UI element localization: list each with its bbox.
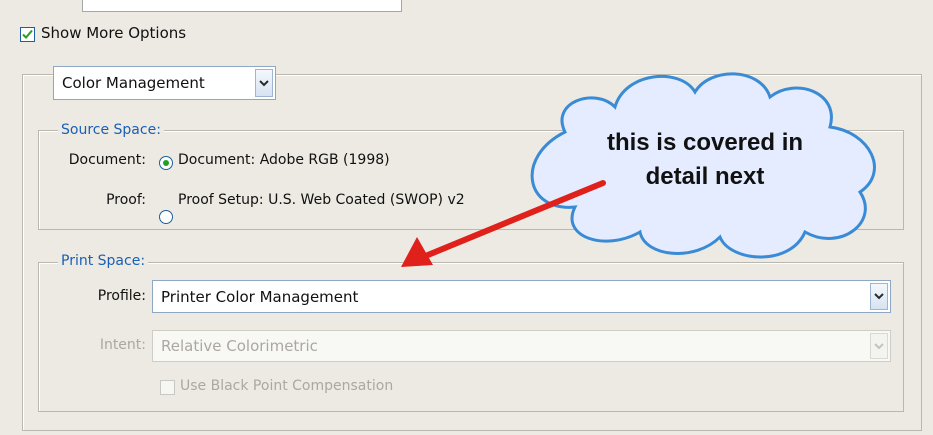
intent-select-value: Relative Colorimetric [161,337,318,355]
section-select-value: Color Management [62,74,205,92]
document-radio[interactable] [159,156,173,170]
show-more-options-label[interactable]: Show More Options [41,24,186,42]
proof-label: Proof: [106,192,146,208]
print-space-legend: Print Space: [58,252,149,270]
show-more-options-checkbox[interactable] [20,27,35,42]
black-point-checkbox[interactable] [160,380,175,395]
chevron-down-icon[interactable] [870,283,888,310]
profile-select-value: Printer Color Management [161,287,359,306]
arrow-icon [401,180,606,267]
proof-radio[interactable] [159,210,173,224]
source-space-legend: Source Space: [58,121,164,139]
profile-select[interactable]: Printer Color Management [152,280,891,313]
black-point-label[interactable]: Use Black Point Compensation [180,378,393,394]
intent-select[interactable]: Relative Colorimetric [152,330,891,362]
document-option-label[interactable]: Document: Adobe RGB (1998) [178,152,390,168]
top-text-field[interactable] [82,0,402,12]
section-select[interactable]: Color Management [53,66,276,100]
checkmark-icon [22,29,33,39]
chevron-down-icon[interactable] [255,69,273,97]
document-label: Document: [68,152,146,168]
chevron-down-icon [870,333,888,359]
profile-label: Profile: [97,288,146,304]
intent-label: Intent: [99,337,146,353]
